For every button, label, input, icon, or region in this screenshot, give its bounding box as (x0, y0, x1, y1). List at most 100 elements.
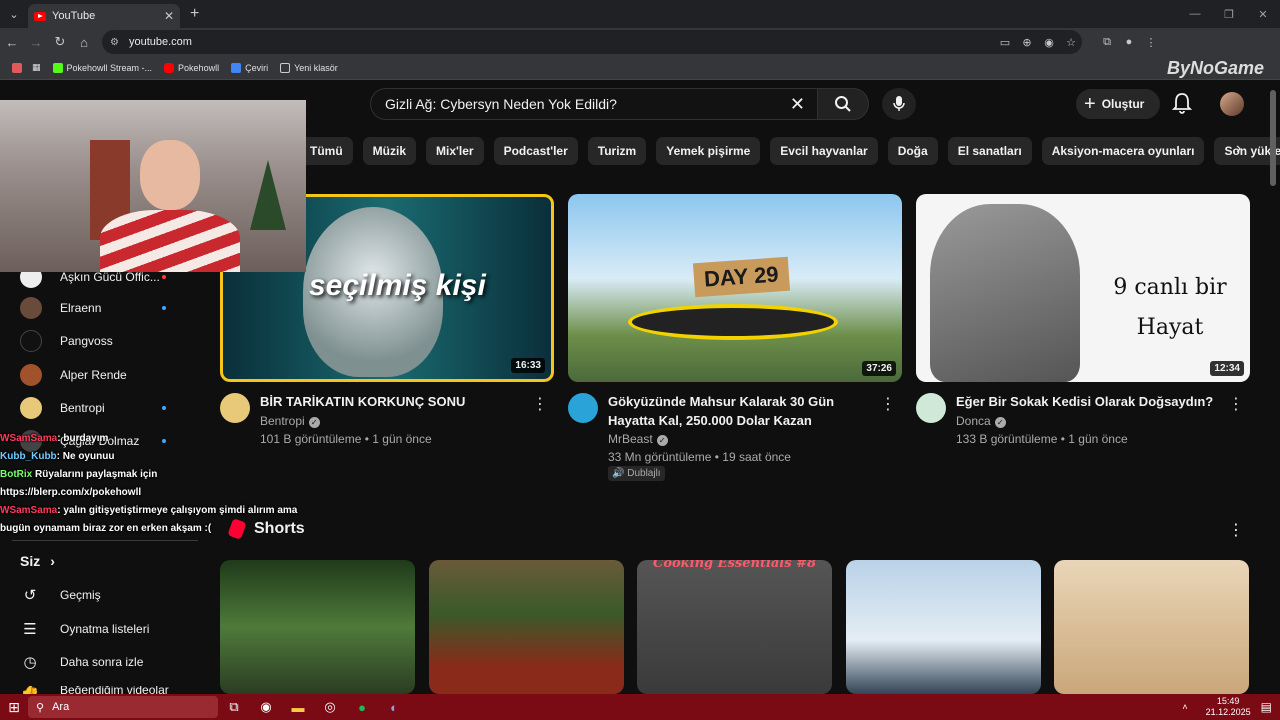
cast-icon[interactable]: ▭ (994, 36, 1016, 49)
sidebar-divider (12, 540, 198, 541)
clear-search-icon[interactable]: ✕ (790, 94, 805, 115)
short-card[interactable] (429, 560, 624, 694)
search-button[interactable] (817, 88, 869, 120)
new-tab-button[interactable]: + (190, 5, 199, 23)
sidebar-subscription[interactable]: Alper Rende (20, 364, 127, 386)
video-card[interactable]: 9 canlı bir Hayat 12:34 Eğer Bir Sokak K… (916, 194, 1250, 446)
sidebar-item-history[interactable]: ↺ Geçmiş (20, 586, 101, 604)
sidebar-item-liked[interactable]: 👍Beğendiğim videolar (20, 686, 169, 694)
task-view-icon[interactable]: ⧉ (218, 699, 250, 715)
thumbnail-text: seçilmiş kişi (309, 269, 486, 302)
account-avatar[interactable] (1220, 92, 1244, 116)
tab-search-icon[interactable]: ⌄ (4, 4, 24, 24)
short-card[interactable] (846, 560, 1041, 694)
start-icon[interactable]: ⊞ (0, 699, 28, 716)
sidebar-subscription[interactable]: Pangvoss (20, 330, 113, 352)
bookmark-folder[interactable]: Yeni klasör (280, 62, 338, 73)
close-tab-icon[interactable]: ✕ (164, 9, 174, 23)
star-icon[interactable]: ☆ (1060, 36, 1082, 49)
chip-8[interactable]: El sanatları (947, 137, 1032, 165)
chips-next-icon[interactable]: › (1236, 140, 1241, 158)
chip-6[interactable]: Evcil hayvanlar (770, 137, 878, 165)
more-actions-icon[interactable]: ⋮ (880, 394, 896, 414)
menu-icon[interactable]: ⋮ (1140, 36, 1162, 49)
chip-9[interactable]: Aksiyon-macera oyunları (1041, 137, 1205, 165)
sidebar-item-playlists[interactable]: ☰ Oynatma listeleri (20, 620, 149, 638)
site-info-icon[interactable]: ⚙ (110, 37, 119, 48)
more-actions-icon[interactable]: ⋮ (532, 394, 548, 414)
extensions-icon[interactable]: ⧉ (1096, 36, 1118, 49)
chip-0[interactable]: Tümü (300, 137, 353, 165)
scrollbar[interactable] (1270, 90, 1276, 186)
video-title[interactable]: Eğer Bir Sokak Kedisi Olarak Doğsaydın? (956, 392, 1226, 411)
bookmark-grid-icon[interactable]: ▦ (32, 62, 41, 73)
channel-name[interactable]: Bentropi ✓ (260, 414, 320, 428)
file-explorer-icon[interactable]: ▬ (282, 700, 314, 715)
forward-icon[interactable]: → (24, 35, 48, 50)
channel-name[interactable]: MrBeast ✓ (608, 432, 668, 446)
webcam-tree (250, 160, 286, 230)
minimize-icon[interactable]: — (1178, 8, 1212, 21)
audio-icon: 🔊 (612, 468, 628, 479)
video-thumbnail[interactable]: DAY 29 37:26 (568, 194, 902, 382)
restore-icon[interactable]: ❐ (1212, 8, 1246, 21)
video-title[interactable]: Gökyüzünde Mahsur Kalarak 30 Gün Hayatta… (608, 392, 878, 430)
chip-5[interactable]: Yemek pişirme (656, 137, 761, 165)
eye-off-icon[interactable]: ◉ (1038, 36, 1060, 49)
chip-7[interactable]: Doğa (887, 137, 938, 165)
channel-avatar (20, 397, 42, 419)
short-card[interactable]: Cooking Essentials #8 (637, 560, 832, 694)
channel-name[interactable]: Donca ✓ (956, 414, 1006, 428)
bell-icon (1171, 93, 1193, 114)
close-window-icon[interactable]: ✕ (1246, 8, 1280, 21)
channel-avatar[interactable] (568, 393, 598, 423)
zoom-icon[interactable]: ⊕ (1016, 36, 1038, 49)
discord-icon[interactable]: ◐ (378, 700, 410, 715)
url-input[interactable]: ⚙ youtube.com ▭ ⊕ ◉ ☆ (102, 30, 1082, 54)
profile-icon[interactable]: ● (1118, 36, 1140, 48)
bookmark-pokehowll[interactable]: Pokehowll (164, 62, 219, 73)
home-icon[interactable]: ⌂ (72, 35, 96, 50)
channel-avatar[interactable] (220, 393, 250, 423)
more-actions-icon[interactable]: ⋮ (1228, 394, 1244, 414)
short-card[interactable] (1054, 560, 1249, 694)
sidebar-subscription[interactable]: Elraenn (20, 297, 166, 319)
channel-avatar[interactable] (916, 393, 946, 423)
bookmark-pokehowll-stream[interactable]: Pokehowll Stream -... (52, 62, 152, 73)
sidebar-item-watch-later[interactable]: ◷ Daha sonra izle (20, 653, 143, 671)
reload-icon[interactable]: ↻ (48, 34, 72, 50)
spotify-icon[interactable]: ● (346, 700, 378, 715)
video-title[interactable]: BİR TARİKATIN KORKUNÇ SONU (260, 392, 530, 411)
sidebar-subscription[interactable]: Bentropi (20, 397, 166, 419)
new-content-dot (162, 275, 166, 279)
tab-youtube[interactable]: YouTube ✕ (28, 4, 180, 28)
short-card[interactable] (220, 560, 415, 694)
shorts-more-icon[interactable]: ⋮ (1228, 520, 1244, 540)
bookmark-apps-icon[interactable] (12, 62, 26, 73)
voice-search-button[interactable] (882, 88, 916, 120)
chevron-right-icon: › (50, 553, 55, 569)
you-section-link[interactable]: Siz › (20, 553, 55, 569)
chrome-icon[interactable]: ◎ (314, 699, 346, 715)
taskbar-clock[interactable]: 15:49 21.12.2025 (1206, 696, 1251, 718)
video-thumbnail[interactable]: 9 canlı bir Hayat 12:34 (916, 194, 1250, 382)
chip-1[interactable]: Müzik (362, 137, 417, 165)
tray-chevron-icon[interactable]: ˄ (1182, 702, 1187, 712)
back-icon[interactable]: ← (0, 35, 24, 50)
chat-message: WSamSama: yalın gitişyetiştirmeye çalışı… (0, 505, 298, 534)
taskbar-search[interactable]: ⚲ Ara (28, 696, 218, 718)
chip-2[interactable]: Mix'ler (426, 137, 484, 165)
search-icon: ⚲ (36, 701, 45, 714)
video-card[interactable]: DAY 29 37:26 Gökyüzünde Mahsur Kalarak 3… (568, 194, 902, 481)
webcam-person (140, 140, 200, 210)
chip-4[interactable]: Turizm (587, 137, 647, 165)
chip-3[interactable]: Podcast'ler (493, 137, 578, 165)
search-input[interactable]: Gizli Ağ: Cybersyn Neden Yok Edildi? ✕ (370, 88, 818, 120)
obs-icon[interactable]: ◉ (250, 699, 282, 715)
bookmark-ceviri[interactable]: Çeviri (231, 62, 268, 73)
video-meta: 33 Mn görüntüleme • 19 saat önce (608, 450, 791, 464)
notifications-button[interactable] (1171, 92, 1193, 119)
verified-icon: ✓ (308, 417, 320, 428)
create-button[interactable]: + Oluştur (1076, 89, 1160, 119)
notification-center-icon[interactable]: ▤ (1261, 700, 1272, 714)
